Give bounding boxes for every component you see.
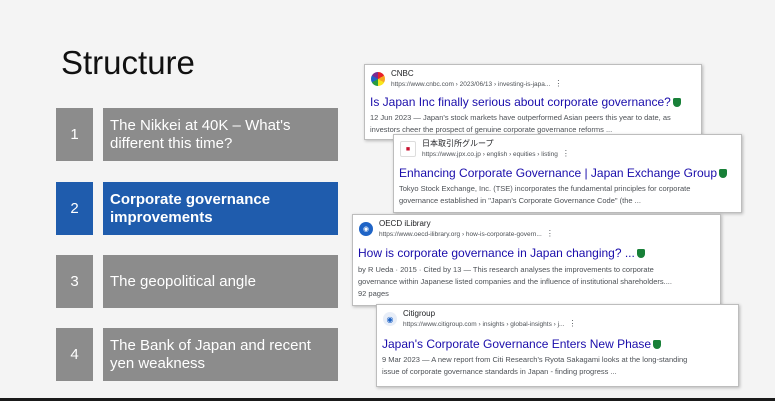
agenda-number-2: 2: [56, 182, 93, 235]
result-title-link[interactable]: How is corporate governance in Japan cha…: [358, 246, 645, 260]
oecd-logo-icon: ◉: [359, 222, 373, 236]
search-result-card-oecd: ◉ OECD iLibrary https://www.oecd-ilibrar…: [352, 214, 721, 306]
result-source-name: Citigroup: [403, 309, 436, 318]
result-snippet-line-1: by R Ueda · 2015 · Cited by 13 — This re…: [358, 265, 654, 274]
search-result-card-jpx: ■ 日本取引所グループ https://www.jpx.co.jp › engl…: [393, 134, 742, 213]
result-source-name: OECD iLibrary: [379, 219, 431, 228]
more-options-icon[interactable]: ⋮: [554, 79, 562, 88]
agenda-item-2: Corporate governance improvements: [103, 182, 338, 235]
verified-shield-icon: [719, 169, 727, 179]
result-source-row: CNBC https://www.cnbc.com › 2023/06/13 ›…: [371, 69, 562, 89]
result-snippet-line-1: Tokyo Stock Exchange, Inc. (TSE) incorpo…: [399, 184, 691, 193]
result-url[interactable]: https://www.citigroup.com › insights › g…: [403, 321, 564, 328]
result-snippet-line-1: 9 Mar 2023 — A new report from Citi Rese…: [382, 355, 688, 364]
result-pages-count: 92 pages: [358, 289, 389, 298]
verified-shield-icon: [636, 249, 645, 259]
agenda-number-3: 3: [56, 255, 93, 308]
agenda-item-4: The Bank of Japan and recent yen weaknes…: [103, 328, 338, 381]
result-source-row: ■ 日本取引所グループ https://www.jpx.co.jp › engl…: [400, 139, 570, 159]
result-source-row: ◉ OECD iLibrary https://www.oecd-ilibrar…: [359, 219, 554, 239]
result-url[interactable]: https://www.oecd-ilibrary.org › how-is-c…: [379, 231, 542, 238]
agenda-item-3: The geopolitical angle: [103, 255, 338, 308]
result-source-name: 日本取引所グループ: [422, 139, 494, 148]
more-options-icon[interactable]: ⋮: [562, 149, 570, 158]
result-title-link[interactable]: Is Japan Inc finally serious about corpo…: [370, 95, 681, 109]
result-source-row: ◉ Citigroup https://www.citigroup.com › …: [383, 309, 576, 329]
result-url[interactable]: https://www.jpx.co.jp › english › equiti…: [422, 151, 558, 158]
agenda-number-4: 4: [56, 328, 93, 381]
result-source-name: CNBC: [391, 69, 414, 78]
agenda-number-1: 1: [56, 108, 93, 161]
result-snippet-line-2: issue of corporate governance standards …: [382, 367, 617, 376]
more-options-icon[interactable]: ⋮: [546, 229, 554, 238]
result-snippet-line-1: 12 Jun 2023 — Japan's stock markets have…: [370, 113, 671, 122]
more-options-icon[interactable]: ⋮: [568, 319, 576, 328]
result-snippet-line-2: governance established in "Japan's Corpo…: [399, 196, 641, 205]
verified-shield-icon: [672, 98, 681, 108]
result-title-link[interactable]: Japan's Corporate Governance Enters New …: [382, 337, 662, 351]
result-title-link[interactable]: Enhancing Corporate Governance | Japan E…: [399, 166, 727, 180]
jpx-logo-icon: ■: [400, 141, 416, 157]
result-snippet-line-2: governance within Japanese listed compan…: [358, 277, 672, 286]
agenda-item-1: The Nikkei at 40K – What's different thi…: [103, 108, 338, 161]
slide-title: Structure: [61, 44, 195, 81]
citigroup-logo-icon: ◉: [383, 312, 397, 326]
cnbc-logo-icon: [371, 72, 385, 86]
verified-shield-icon: [653, 340, 662, 350]
presentation-slide: Structure 1 The Nikkei at 40K – What's d…: [0, 0, 775, 398]
result-url[interactable]: https://www.cnbc.com › 2023/06/13 › inve…: [391, 81, 550, 88]
search-result-card-cnbc: CNBC https://www.cnbc.com › 2023/06/13 ›…: [364, 64, 702, 140]
search-result-card-citigroup: ◉ Citigroup https://www.citigroup.com › …: [376, 304, 739, 387]
